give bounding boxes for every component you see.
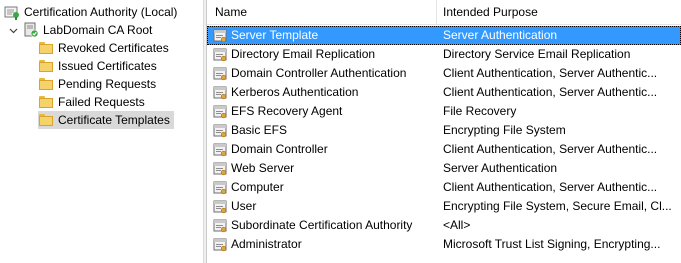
- certificate-template-icon: [213, 162, 227, 176]
- tree-node-issued-certificates[interactable]: Issued Certificates: [38, 57, 161, 75]
- certification-authority-icon: [4, 4, 20, 20]
- cell-template-name: Web Server: [207, 159, 437, 178]
- template-name-text: Subordinate Certification Authority: [231, 218, 413, 232]
- table-row[interactable]: Basic EFS Encrypting File System: [207, 121, 681, 140]
- cell-template-name: Basic EFS: [207, 121, 437, 140]
- folder-icon: [38, 95, 54, 109]
- table-row[interactable]: Subordinate Certification Authority <All>: [207, 216, 681, 235]
- tree-node-label: LabDomain CA Root: [43, 23, 153, 37]
- list-header: Name Intended Purpose: [207, 0, 681, 25]
- template-name-text: Basic EFS: [231, 123, 288, 137]
- tree-node-pending-requests[interactable]: Pending Requests: [38, 75, 160, 93]
- folder-icon: [38, 41, 54, 55]
- cell-intended-purpose: <All>: [443, 218, 471, 232]
- cell-intended-purpose: File Recovery: [443, 104, 517, 118]
- tree-node-label: Certificate Templates: [58, 113, 170, 127]
- table-row[interactable]: Kerberos Authentication Client Authentica…: [207, 83, 681, 102]
- table-row[interactable]: Domain Controller Client Authentication, …: [207, 140, 681, 159]
- template-name-text: Server Template: [231, 28, 319, 42]
- certificate-template-icon: [213, 238, 227, 252]
- certificate-template-icon: [213, 105, 227, 119]
- chevron-down-icon[interactable]: [8, 25, 18, 35]
- cell-intended-purpose: Directory Service Email Replication: [443, 47, 631, 61]
- certificate-template-icon: [213, 219, 227, 233]
- table-row[interactable]: Web Server Server Authentication: [207, 159, 681, 178]
- certificate-template-icon: [213, 48, 227, 62]
- cell-template-name: Kerberos Authentication: [207, 83, 437, 102]
- cell-intended-purpose: Client Authentication, Server Authentic.…: [443, 85, 658, 99]
- tree-node-label: Failed Requests: [58, 95, 145, 109]
- template-name-text: Domain Controller: [231, 142, 328, 156]
- table-row[interactable]: Computer Client Authentication, Server Au…: [207, 178, 681, 197]
- certificate-template-icon: [213, 124, 227, 138]
- template-name-text: Web Server: [231, 161, 295, 175]
- certificate-template-icon: [213, 143, 227, 157]
- tree-node-label: Issued Certificates: [58, 59, 157, 73]
- folder-icon: [38, 77, 54, 91]
- template-name-text: EFS Recovery Agent: [231, 104, 343, 118]
- tree-node-certification-authority-local[interactable]: Certification Authority (Local): [4, 3, 181, 21]
- certificate-template-icon: [213, 86, 227, 100]
- tree-node-label: Pending Requests: [58, 77, 157, 91]
- template-name-text: Administrator: [231, 237, 302, 251]
- cell-template-name: Computer: [207, 178, 437, 197]
- certificate-template-icon: [213, 200, 227, 214]
- template-name-text: Directory Email Replication: [231, 47, 376, 61]
- table-row[interactable]: Server Template Server Authentication: [207, 26, 681, 45]
- column-header-intended-purpose[interactable]: Intended Purpose: [437, 0, 681, 24]
- cell-template-name: Administrator: [207, 235, 437, 254]
- template-name-text: Domain Controller Authentication: [231, 66, 407, 80]
- column-header-name[interactable]: Name: [207, 0, 437, 24]
- cell-intended-purpose: Microsoft Trust List Signing, Encrypting…: [443, 237, 661, 251]
- template-name-text: Computer: [231, 180, 284, 194]
- cell-intended-purpose: Server Authentication: [443, 161, 558, 175]
- certificate-template-icon: [213, 181, 227, 195]
- tree-node-revoked-certificates[interactable]: Revoked Certificates: [38, 39, 173, 57]
- table-row[interactable]: EFS Recovery Agent File Recovery: [207, 102, 681, 121]
- table-row[interactable]: Domain Controller Authentication Client A…: [207, 64, 681, 83]
- cell-template-name: Domain Controller Authentication: [207, 64, 437, 83]
- folder-icon: [38, 59, 54, 73]
- certificate-template-icon: [213, 67, 227, 81]
- template-name-text: Kerberos Authentication: [231, 85, 359, 99]
- table-row[interactable]: Directory Email Replication Directory Ser…: [207, 45, 681, 64]
- template-list: Name Intended Purpose Server Template Ser…: [207, 0, 681, 263]
- cell-intended-purpose: Server Authentication: [443, 28, 558, 42]
- cell-intended-purpose: Encrypting File System, Secure Email, Cl…: [443, 199, 672, 213]
- table-row[interactable]: Administrator Microsoft Trust List Signin…: [207, 235, 681, 254]
- cell-template-name: Directory Email Replication: [207, 45, 437, 64]
- tree-node-failed-requests[interactable]: Failed Requests: [38, 93, 149, 111]
- cell-intended-purpose: Client Authentication, Server Authentic.…: [443, 180, 658, 194]
- cell-template-name: Domain Controller: [207, 140, 437, 159]
- certificate-template-icon: [213, 29, 227, 43]
- folder-icon: [38, 113, 54, 127]
- table-row[interactable]: User Encrypting File System, Secure Email…: [207, 197, 681, 216]
- cell-intended-purpose: Client Authentication, Server Authentic.…: [443, 142, 658, 156]
- tree-node-certificate-templates[interactable]: Certificate Templates: [38, 111, 174, 129]
- cell-template-name: Server Template: [207, 26, 437, 45]
- list-rows: Server Template Server Authentication Dire…: [207, 26, 681, 254]
- cell-template-name: Subordinate Certification Authority: [207, 216, 437, 235]
- ca-server-icon: [23, 22, 39, 38]
- tree-node-labdomain-ca-root[interactable]: LabDomain CA Root: [8, 21, 156, 39]
- cell-template-name: User: [207, 197, 437, 216]
- certsrv-window: Certification Authority (Local) LabDomai…: [0, 0, 681, 263]
- tree-node-label: Revoked Certificates: [58, 41, 169, 55]
- cell-template-name: EFS Recovery Agent: [207, 102, 437, 121]
- tree-node-label: Certification Authority (Local): [24, 5, 178, 19]
- template-name-text: User: [231, 199, 257, 213]
- cell-intended-purpose: Client Authentication, Server Authentic.…: [443, 66, 658, 80]
- cell-intended-purpose: Encrypting File System: [443, 123, 566, 137]
- console-tree: Certification Authority (Local) LabDomai…: [0, 0, 204, 263]
